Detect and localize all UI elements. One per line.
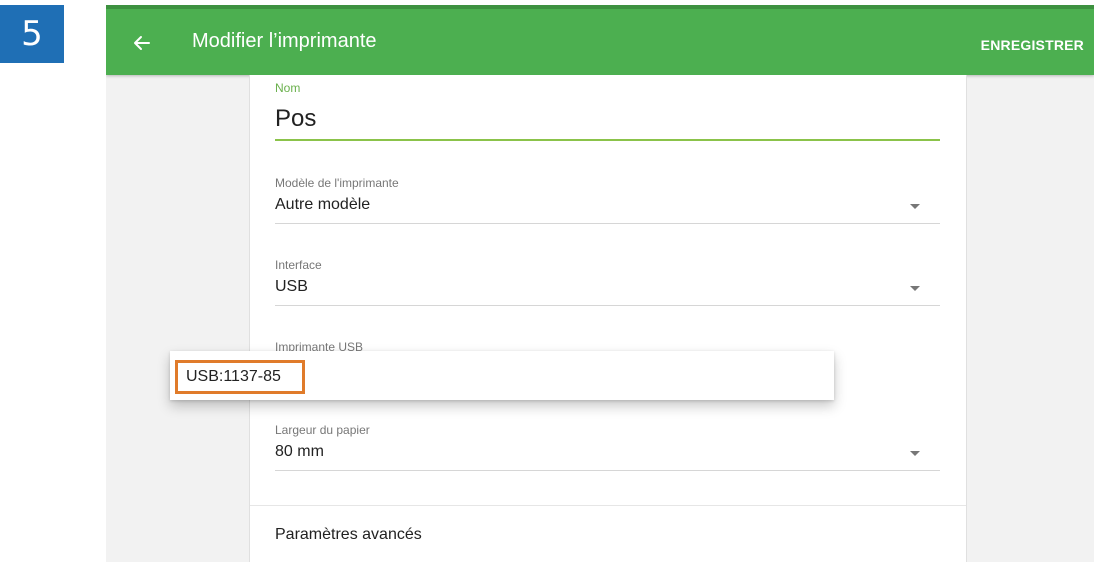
advanced-settings-item[interactable]: Paramètres avancés (275, 526, 422, 544)
paper-width-select[interactable]: Largeur du papier 80 mm (275, 423, 940, 471)
chevron-down-icon[interactable] (910, 286, 920, 291)
usb-printer-option[interactable]: USB:1137-85 (175, 360, 305, 394)
step-number-badge: 5 (0, 5, 64, 63)
divider (250, 505, 966, 506)
page-title: Modifier l’imprimante (192, 30, 377, 52)
back-button[interactable] (128, 29, 156, 57)
chevron-down-icon[interactable] (910, 204, 920, 209)
app-screen: Modifier l’imprimante ENREGISTRER Nom Po… (106, 5, 1094, 562)
name-underline (275, 139, 940, 141)
model-select[interactable]: Modèle de l'imprimante Autre modèle (275, 176, 940, 224)
name-input[interactable]: Pos (275, 105, 940, 133)
paper-width-value[interactable]: 80 mm (275, 443, 940, 461)
interface-label: Interface (275, 258, 322, 272)
app-bar: Modifier l’imprimante ENREGISTRER (106, 5, 1094, 75)
form-panel: Nom Pos Modèle de l'imprimante Autre mod… (249, 75, 967, 562)
model-label: Modèle de l'imprimante (275, 176, 399, 190)
model-value[interactable]: Autre modèle (275, 196, 940, 214)
usb-printer-dropdown: USB:1137-85 (170, 351, 834, 400)
name-label: Nom (275, 81, 301, 95)
name-field[interactable]: Nom Pos (275, 81, 940, 141)
paper-width-label: Largeur du papier (275, 423, 370, 437)
arrow-left-icon (134, 36, 150, 50)
save-button[interactable]: ENREGISTRER (981, 37, 1084, 53)
chevron-down-icon[interactable] (910, 451, 920, 456)
interface-select[interactable]: Interface USB (275, 258, 940, 306)
interface-value[interactable]: USB (275, 278, 940, 296)
